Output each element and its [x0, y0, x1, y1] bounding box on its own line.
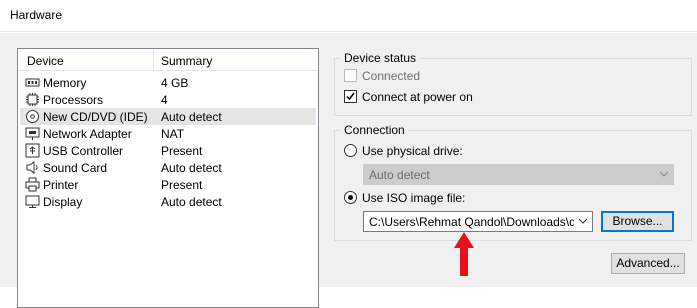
connection-group: Connection Use physical drive: Auto dete… [334, 123, 692, 241]
device-summary: Present [161, 144, 203, 158]
device-status-group: Device status Connected Connect at power… [334, 51, 692, 116]
dialog-body: Device Summary Memory 4 GB Processors 4 … [0, 33, 697, 308]
device-row-cd-dvd[interactable]: New CD/DVD (IDE) Auto detect [20, 108, 316, 125]
column-header-device[interactable]: Device [27, 54, 64, 68]
checkmark-icon [346, 92, 355, 101]
window-title: Hardware [10, 8, 63, 22]
device-row-processors[interactable]: Processors 4 [20, 91, 316, 108]
iso-radio[interactable] [344, 191, 357, 204]
printer-icon [25, 177, 40, 192]
memory-icon [25, 75, 40, 90]
device-status-label: Device status [341, 51, 420, 65]
device-name: Network Adapter [43, 127, 132, 141]
device-name: Memory [43, 76, 87, 90]
device-name: Printer [43, 178, 79, 192]
sound-card-icon [25, 160, 40, 175]
device-name: New CD/DVD (IDE) [43, 110, 148, 124]
physical-drive-value: Auto detect [369, 168, 430, 182]
device-list[interactable]: Device Summary Memory 4 GB Processors 4 … [17, 48, 319, 308]
physical-drive-label: Use physical drive: [362, 144, 463, 158]
device-summary: 4 [161, 93, 168, 107]
processor-icon [25, 92, 40, 107]
usb-icon [25, 143, 40, 158]
physical-drive-radio[interactable] [344, 144, 357, 157]
column-header-summary[interactable]: Summary [161, 54, 212, 68]
connect-power-on-checkbox[interactable] [344, 90, 357, 103]
device-name: Display [43, 195, 83, 209]
display-icon [25, 194, 40, 209]
device-row-network-adapter[interactable]: Network Adapter NAT [20, 125, 316, 142]
device-summary: Auto detect [161, 110, 222, 124]
device-row-sound-card[interactable]: Sound Card Auto detect [20, 159, 316, 176]
device-row-printer[interactable]: Printer Present [20, 176, 316, 193]
device-summary: Auto detect [161, 161, 222, 175]
device-name: Sound Card [43, 161, 108, 175]
connected-label: Connected [362, 69, 421, 83]
connection-label: Connection [341, 123, 408, 137]
red-arrow-icon [454, 232, 474, 276]
title-bar: Hardware [0, 0, 697, 32]
device-name: USB Controller [43, 144, 124, 158]
browse-button[interactable]: Browse... [601, 211, 674, 232]
device-summary: Present [161, 178, 203, 192]
radio-dot [348, 195, 353, 200]
connected-checkbox[interactable] [344, 69, 357, 82]
device-row-memory[interactable]: Memory 4 GB [20, 74, 316, 91]
chevron-down-icon [659, 171, 669, 177]
iso-path-select[interactable]: C:\Users\Rehmat Qandol\Downloads\debia [363, 211, 593, 232]
network-adapter-icon [25, 126, 40, 141]
cd-dvd-icon [25, 109, 40, 124]
device-list-header: Device Summary [18, 49, 318, 71]
device-summary: 4 GB [161, 76, 189, 90]
device-summary: NAT [161, 127, 185, 141]
iso-path-value: C:\Users\Rehmat Qandol\Downloads\debia [369, 215, 574, 229]
device-name: Processors [43, 93, 104, 107]
physical-drive-select[interactable]: Auto detect [363, 164, 674, 185]
iso-label: Use ISO image file: [362, 191, 466, 205]
device-row-usb-controller[interactable]: USB Controller Present [20, 142, 316, 159]
connect-power-on-label: Connect at power on [362, 90, 473, 104]
advanced-button[interactable]: Advanced... [611, 253, 685, 274]
column-separator[interactable] [153, 49, 154, 71]
chevron-down-icon [578, 218, 588, 224]
device-row-display[interactable]: Display Auto detect [20, 193, 316, 210]
device-summary: Auto detect [161, 195, 222, 209]
